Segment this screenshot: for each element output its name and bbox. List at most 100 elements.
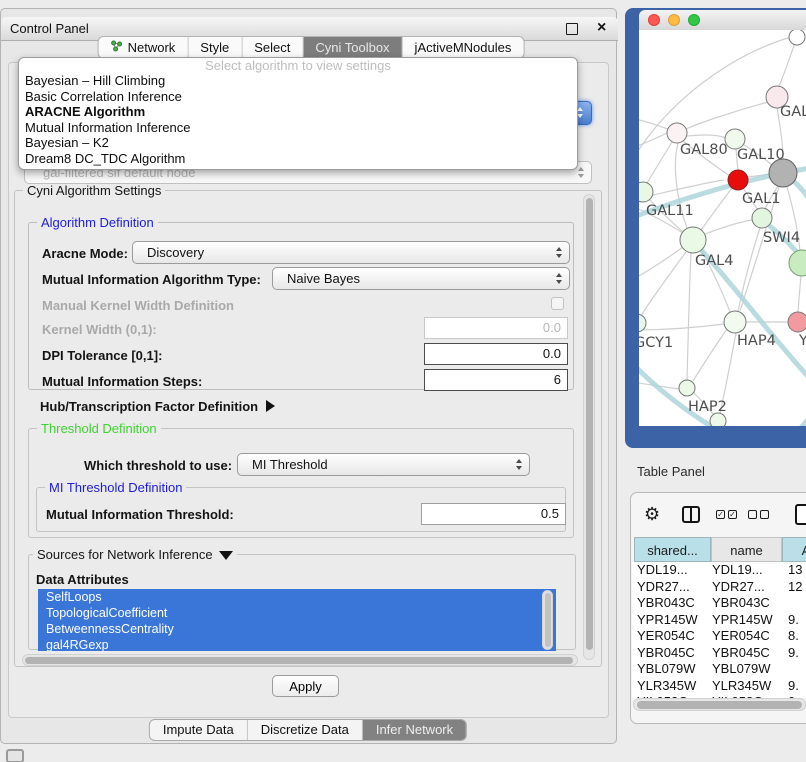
dropdown-item-basic-correlation-inference[interactable]: Basic Correlation Inference <box>19 89 577 105</box>
table-row[interactable]: YDL19...YDL19...13 <box>632 562 806 579</box>
dropdown-item-aracne-algorithm[interactable]: ARACNE Algorithm <box>19 104 577 120</box>
manual-kernel-width-label: Manual Kernel Width Definition <box>42 298 234 313</box>
manual-kernel-width-checkbox[interactable] <box>551 297 564 310</box>
panel-dock-icon[interactable] <box>6 749 24 762</box>
combo-arrows-icon <box>556 273 562 284</box>
dropdown-item-dream8-dc-tdc-algorithm[interactable]: Dream8 DC_TDC Algorithm <box>19 151 577 167</box>
tab-cyni-toolbox[interactable]: Cyni Toolbox <box>303 37 402 58</box>
attribute-item-selfloops[interactable]: SelfLoops <box>38 589 556 605</box>
aracne-mode-combo[interactable]: Discovery <box>132 241 570 264</box>
dropdown-prompt: Select algorithm to view settings <box>19 58 577 73</box>
table-cell: YER054C <box>712 628 770 645</box>
mi-steps-field[interactable]: 6 <box>424 369 568 391</box>
dropdown-item-bayesian-k2[interactable]: Bayesian – K2 <box>19 135 577 151</box>
float-window-icon[interactable] <box>566 23 578 35</box>
table-row[interactable]: YBL079W YBL079W <box>632 661 806 678</box>
algorithm-definition-title: Algorithm Definition <box>37 215 158 230</box>
network-node[interactable] <box>789 250 806 276</box>
table-cell: YBR043C <box>712 595 770 612</box>
attribute-item-gal4rgexp[interactable]: gal4RGexp <box>38 637 556 651</box>
network-node-gal1[interactable] <box>728 170 748 190</box>
settings-vertical-scrollbar[interactable] <box>583 194 595 660</box>
mi-algorithm-type-combo[interactable]: Naive Bayes <box>272 267 570 290</box>
screen: Control Panel × NetworkStyleSelectCyni T… <box>0 0 806 762</box>
aracne-mode-label: Aracne Mode: <box>42 246 128 261</box>
network-node-hap4[interactable] <box>724 311 746 333</box>
table-cell: YBR045C <box>712 645 770 662</box>
attribute-item-topologicalcoefficient[interactable]: TopologicalCoefficient <box>38 605 556 621</box>
table-horizontal-scrollbar[interactable] <box>633 698 806 711</box>
mac-minimize-button[interactable] <box>668 14 680 26</box>
expand-right-icon <box>266 400 275 412</box>
dropdown-item-mutual-information-inference[interactable]: Mutual Information Inference <box>19 120 577 136</box>
attribute-item-betweennesscentrality[interactable]: BetweennessCentrality <box>38 621 556 637</box>
gear-icon[interactable]: ⚙ <box>644 504 660 525</box>
table-row[interactable]: YBR045C YBR045C 9. <box>632 645 806 662</box>
apply-button[interactable]: Apply <box>272 675 339 697</box>
node-label-gal10: GAL10 <box>737 147 785 163</box>
table-cell: 9. <box>788 612 799 629</box>
mi-threshold-field[interactable]: 0.5 <box>421 503 566 525</box>
network-graph: GALGAL80GAL10GAL1GAL11SWI4GAL4HAP4YGCY1H… <box>639 30 806 426</box>
table-horizontal-scrollbar-thumb[interactable] <box>637 701 802 709</box>
split-columns-icon[interactable] <box>682 506 700 523</box>
tab-discretize-data[interactable]: Discretize Data <box>248 720 363 740</box>
table-row[interactable]: YBR043CYBR043C <box>632 595 806 612</box>
hub-definition-toggle[interactable]: Hub/Transcription Factor Definition <box>40 399 275 414</box>
table-cell: YBL079W <box>637 661 696 678</box>
network-node-hap2[interactable] <box>679 380 695 396</box>
tab-network[interactable]: Network <box>99 37 189 58</box>
table-cell: 9. <box>788 678 799 695</box>
export-table-icon[interactable] <box>795 504 806 525</box>
close-window-icon[interactable]: × <box>597 18 606 38</box>
table-cell: 9. <box>788 645 799 662</box>
dropdown-item-bayesian-hill-climbing[interactable]: Bayesian – Hill Climbing <box>19 73 577 89</box>
cyni-settings-title: Cyni Algorithm Settings <box>23 183 165 198</box>
network-node-gal80[interactable] <box>667 123 687 143</box>
table-cell: YLR345W <box>712 678 771 695</box>
mi-threshold-group-title: MI Threshold Definition <box>45 480 186 495</box>
table-row[interactable]: YPR145W YPR145W 9. <box>632 612 806 629</box>
tab-impute-data[interactable]: Impute Data <box>150 720 248 740</box>
deselect-all-icon[interactable] <box>748 510 772 528</box>
network-node[interactable] <box>769 159 797 187</box>
network-node-gal10[interactable] <box>725 129 745 149</box>
threshold-definition-title: Threshold Definition <box>37 421 161 436</box>
table-cell: YBL079W <box>712 661 771 678</box>
settings-horizontal-scrollbar[interactable] <box>22 654 578 666</box>
column-header-name[interactable]: name <box>711 537 782 562</box>
network-node-gal4[interactable] <box>680 227 706 253</box>
network-node-gal11[interactable] <box>639 182 653 202</box>
data-attributes-list[interactable]: SelfLoopsTopologicalCoefficientBetweenne… <box>38 589 556 651</box>
tab-jactivemnodules[interactable]: jActiveMNodules <box>403 37 524 58</box>
attributes-list-scrollbar[interactable] <box>542 590 553 650</box>
table-cell: YPR145W <box>712 612 773 629</box>
column-header-a[interactable]: A <box>782 537 806 562</box>
settings-horizontal-scrollbar-thumb[interactable] <box>25 657 573 664</box>
table-row[interactable]: YER054CYER054C8. <box>632 628 806 645</box>
node-label-hap4: HAP4 <box>737 333 776 349</box>
column-header-shared[interactable]: shared... <box>634 537 711 562</box>
sources-title-toggle[interactable]: Sources for Network Inference <box>33 547 237 562</box>
mac-close-button[interactable] <box>648 14 660 26</box>
dpi-tolerance-field[interactable]: 0.0 <box>424 343 568 365</box>
tab-select[interactable]: Select <box>242 37 303 58</box>
network-node[interactable] <box>789 30 805 45</box>
attributes-list-scrollbar-thumb[interactable] <box>545 593 551 647</box>
mac-zoom-button[interactable] <box>688 14 700 26</box>
which-threshold-combo[interactable]: MI Threshold <box>237 453 530 476</box>
kernel-width-field[interactable]: 0.0 <box>424 317 568 339</box>
settings-vertical-scrollbar-thumb[interactable] <box>586 198 593 650</box>
table-row[interactable]: YLR345WYLR345W9. <box>632 678 806 695</box>
tab-infer-network[interactable]: Infer Network <box>363 720 466 740</box>
network-node-swi4[interactable] <box>752 208 772 228</box>
node-label-gcy1: GCY1 <box>639 335 673 351</box>
network-edge <box>686 102 768 129</box>
network-node-y[interactable] <box>788 312 806 332</box>
table-cell: YPR145W <box>637 612 698 629</box>
tab-style[interactable]: Style <box>188 37 242 58</box>
table-row[interactable]: YDR27...YDR27...12 <box>632 579 806 596</box>
table-cell: YBR045C <box>637 645 695 662</box>
select-all-icon[interactable]: ✓✓ <box>716 510 740 528</box>
mi-threshold-label: Mutual Information Threshold: <box>46 507 234 522</box>
